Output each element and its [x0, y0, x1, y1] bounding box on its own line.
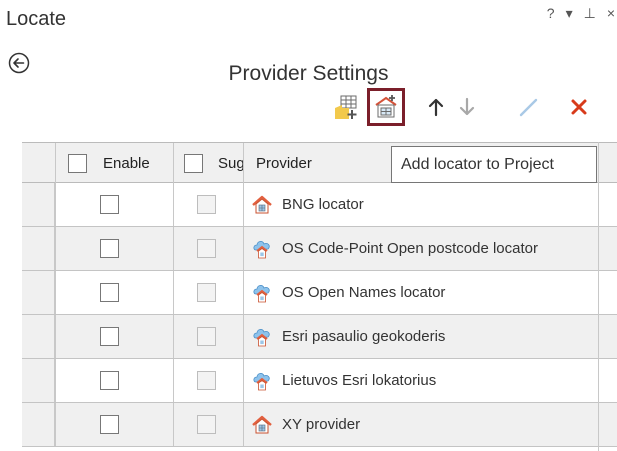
- arrow-down-icon: [459, 97, 475, 116]
- pane-title: Locate: [6, 8, 67, 30]
- row-selector[interactable]: [22, 403, 55, 446]
- enable-cell: [55, 271, 173, 314]
- provider-cell[interactable]: Lietuvos Esri lokatorius: [243, 359, 598, 402]
- cloud-locator-icon: [253, 241, 270, 259]
- close-icon: [571, 99, 587, 115]
- provider-name: OS Open Names locator: [282, 284, 446, 301]
- provider-cell[interactable]: OS Code-Point Open postcode locator: [243, 227, 598, 270]
- header-enable[interactable]: Enable: [55, 143, 173, 183]
- toolbar-tooltip: Add locator to Project: [391, 146, 597, 183]
- enable-cell: [55, 359, 173, 402]
- move-down-button[interactable]: [448, 88, 486, 126]
- provider-name: BNG locator: [282, 196, 364, 213]
- provider-name: XY provider: [282, 416, 361, 433]
- suggest-checkbox: [197, 327, 216, 346]
- table-row[interactable]: OS Open Names locator: [22, 271, 617, 315]
- cloud-locator-icon: [253, 285, 270, 303]
- header-provider-label: Provider: [256, 155, 312, 172]
- suggest-all-checkbox[interactable]: [184, 154, 203, 173]
- enable-checkbox[interactable]: [100, 283, 119, 302]
- suggest-checkbox: [197, 283, 216, 302]
- table-add-icon: [335, 95, 357, 119]
- row-selector[interactable]: [22, 227, 55, 270]
- suggest-checkbox: [197, 239, 216, 258]
- header-enable-label: Enable: [103, 155, 150, 172]
- enable-cell: [55, 227, 173, 270]
- provider-cell[interactable]: Esri pasaulio geokoderis: [243, 315, 598, 358]
- table-row[interactable]: Esri pasaulio geokoderis: [22, 315, 617, 359]
- locate-pane: Locate ? ▾ ⊥ × Provider Settings Enable …: [0, 0, 617, 451]
- close-pane-button[interactable]: ×: [607, 5, 615, 22]
- row-selector[interactable]: [22, 183, 55, 226]
- enable-cell: [55, 315, 173, 358]
- header-row-selector: [22, 143, 55, 183]
- header-suggest[interactable]: Sug: [173, 143, 243, 183]
- help-button[interactable]: ?: [547, 5, 555, 22]
- cloud-locator-icon: [253, 373, 270, 391]
- arrow-up-icon: [428, 98, 444, 117]
- enable-cell: [55, 403, 173, 446]
- provider-name: OS Code-Point Open postcode locator: [282, 240, 538, 257]
- suggest-cell: [173, 227, 243, 270]
- row-selector[interactable]: [22, 271, 55, 314]
- enable-all-checkbox[interactable]: [68, 154, 87, 173]
- house-locator-icon: [252, 195, 272, 214]
- enable-checkbox[interactable]: [100, 371, 119, 390]
- provider-cell[interactable]: BNG locator: [243, 183, 598, 226]
- cloud-locator-icon: [253, 329, 270, 347]
- enable-checkbox[interactable]: [100, 415, 119, 434]
- pane-title-bar: Locate ? ▾ ⊥ ×: [0, 0, 617, 36]
- provider-name: Esri pasaulio geokoderis: [282, 328, 446, 345]
- table-row[interactable]: XY provider: [22, 403, 617, 447]
- table-row[interactable]: OS Code-Point Open postcode locator: [22, 227, 617, 271]
- provider-cell[interactable]: OS Open Names locator: [243, 271, 598, 314]
- suggest-cell: [173, 271, 243, 314]
- auto-hide-button[interactable]: ⊥: [584, 5, 596, 22]
- suggest-checkbox: [197, 415, 216, 434]
- suggest-cell: [173, 183, 243, 226]
- header-suggest-label: Sug: [218, 155, 243, 172]
- enable-checkbox[interactable]: [100, 327, 119, 346]
- provider-name: Lietuvos Esri lokatorius: [282, 372, 437, 389]
- remove-button[interactable]: [560, 88, 598, 126]
- provider-cell[interactable]: XY provider: [243, 403, 598, 446]
- locator-add-icon: [375, 95, 397, 118]
- row-selector[interactable]: [22, 315, 55, 358]
- enable-checkbox[interactable]: [100, 195, 119, 214]
- pencil-icon: [519, 98, 538, 117]
- options-dropdown-button[interactable]: ▾: [566, 5, 573, 22]
- suggest-cell: [173, 315, 243, 358]
- providers-grid: Enable Sug Provider BNG locator OS Code-…: [22, 142, 617, 451]
- pane-controls: ? ▾ ⊥ ×: [547, 5, 615, 22]
- row-selector[interactable]: [22, 359, 55, 402]
- suggest-cell: [173, 403, 243, 446]
- add-locator-to-project-button[interactable]: [367, 88, 405, 126]
- edit-button[interactable]: [510, 88, 548, 126]
- page-title: Provider Settings: [228, 62, 389, 85]
- add-locator-from-table-button[interactable]: [327, 88, 365, 126]
- enable-cell: [55, 183, 173, 226]
- suggest-checkbox: [197, 371, 216, 390]
- suggest-checkbox: [197, 195, 216, 214]
- table-row[interactable]: Lietuvos Esri lokatorius: [22, 359, 617, 403]
- enable-checkbox[interactable]: [100, 239, 119, 258]
- house-locator-icon: [252, 415, 272, 434]
- suggest-cell: [173, 359, 243, 402]
- table-row[interactable]: BNG locator: [22, 183, 617, 227]
- grid-right-border: [598, 142, 599, 451]
